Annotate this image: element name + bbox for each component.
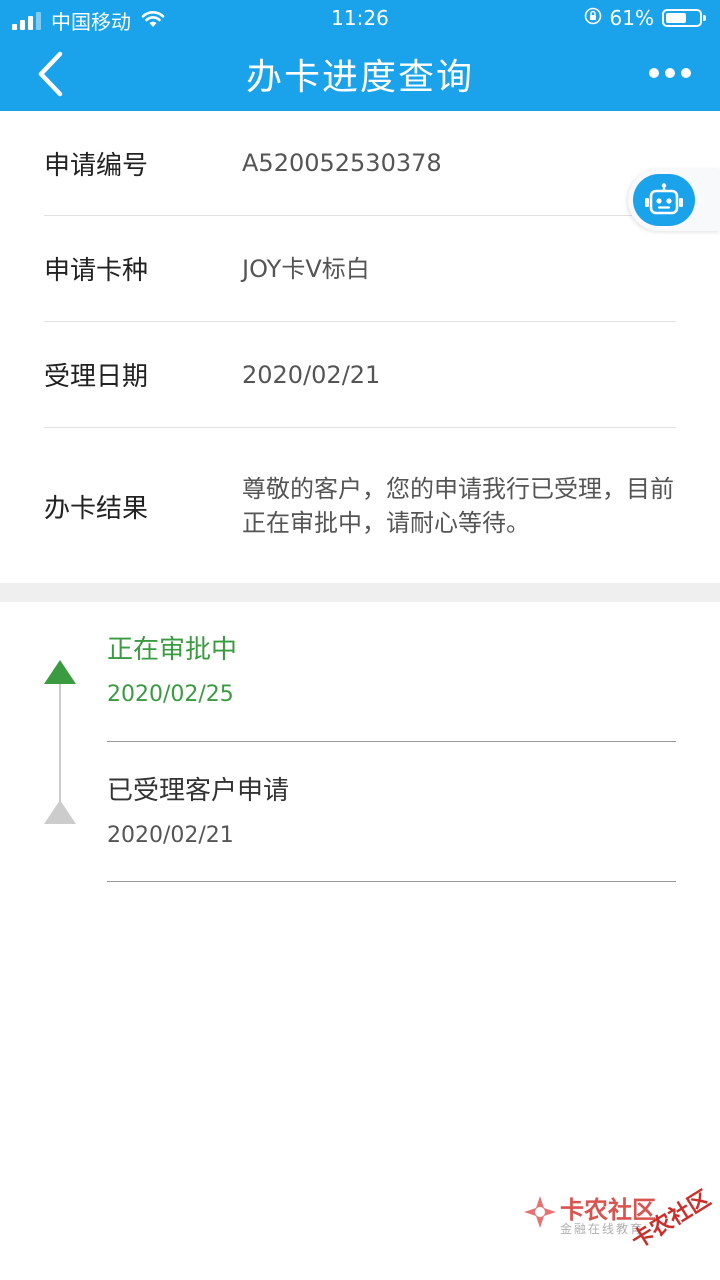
timeline-line (59, 682, 61, 808)
info-label: 办卡结果 (44, 493, 149, 524)
info-row-result: 办卡结果 尊敬的客户，您的申请我行已受理，目前正在审批中，请耐心等待。 (44, 428, 676, 584)
page-title: 办卡进度查询 (245, 57, 474, 98)
application-info-list: 申请编号 A520052530378 申请卡种 JOY卡V标白 受理日期 202… (0, 111, 720, 584)
nav-bar: 办卡进度查询 (0, 36, 720, 111)
more-dots-icon (681, 68, 691, 78)
info-row-accept-date: 受理日期 2020/02/21 (44, 322, 676, 428)
timeline-item-accepted: 已受理客户申请 2020/02/21 (107, 773, 676, 882)
more-button[interactable] (640, 48, 700, 98)
info-label: 申请卡种 (44, 256, 149, 286)
info-label: 申请编号 (44, 150, 149, 181)
info-row-card-type: 申请卡种 JOY卡V标白 (44, 216, 676, 322)
timeline-title: 已受理客户申请 (107, 776, 290, 806)
status-right: 61% (584, 6, 706, 30)
accept-date: 2020/02/21 (242, 360, 381, 389)
status-bar: 中国移动 11:26 61% (0, 0, 720, 36)
more-dots-icon (649, 68, 659, 78)
application-result: 尊敬的客户，您的申请我行已受理，目前正在审批中，请耐心等待。 (242, 475, 674, 537)
timeline-date: 2020/02/25 (107, 682, 234, 707)
timeline-title: 正在审批中 (107, 635, 238, 665)
watermark: 卡农社区 金融在线教育 卡农社区 (520, 1180, 720, 1280)
battery-icon (662, 9, 706, 27)
timeline-marker-done-icon (44, 800, 76, 824)
timeline-date: 2020/02/21 (107, 823, 234, 848)
robot-icon (645, 183, 683, 215)
more-dots-icon (665, 68, 675, 78)
card-type: JOY卡V标白 (242, 254, 370, 283)
section-divider (0, 583, 720, 602)
timeline-item-approving: 正在审批中 2020/02/25 (107, 632, 676, 742)
robot-assistant-tab[interactable] (628, 169, 720, 231)
robot-assistant-button[interactable] (633, 174, 695, 226)
application-number: A520052530378 (242, 149, 442, 177)
battery-fill (666, 13, 686, 23)
watermark-logo-icon (524, 1196, 556, 1228)
battery-percent: 61% (609, 6, 654, 30)
info-row-application-number: 申请编号 A520052530378 (44, 111, 676, 216)
info-label: 受理日期 (44, 362, 149, 392)
rotation-lock-icon (584, 6, 602, 30)
timeline-marker-active-icon (44, 660, 76, 684)
